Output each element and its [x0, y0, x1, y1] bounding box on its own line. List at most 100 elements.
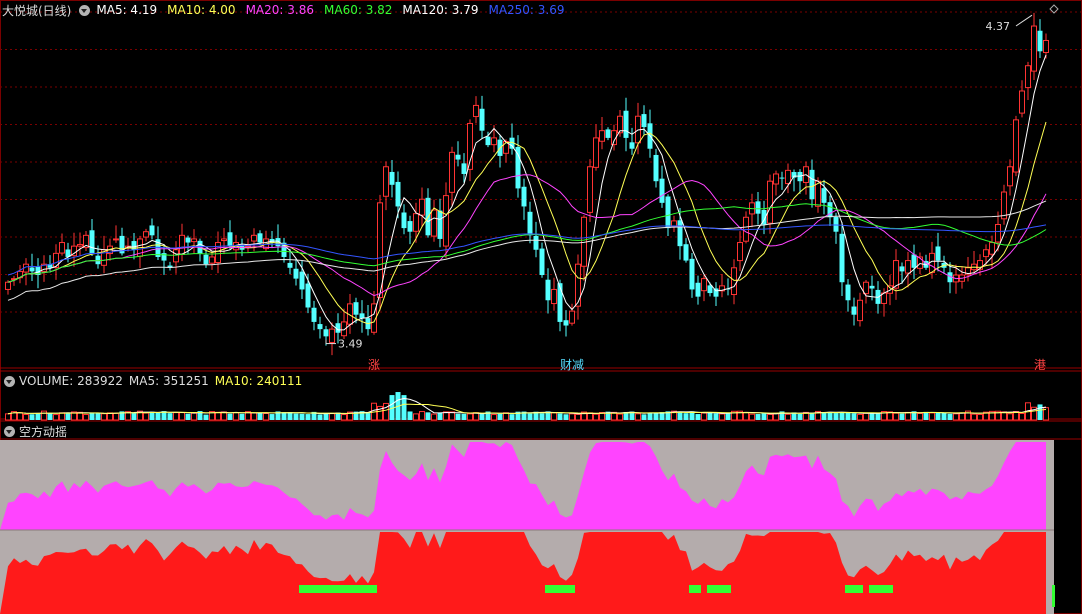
- volume-bar: [761, 413, 767, 420]
- candle-down: [851, 306, 857, 315]
- candle-down: [185, 237, 191, 243]
- event-tag[interactable]: 减: [572, 358, 584, 372]
- candle-down: [149, 225, 155, 236]
- chart-window: 4.37 3.49 涨 财减 港 大悦城(日线) MA5: 4.19 MA10: 4.0…: [0, 0, 1082, 614]
- candle-up: [59, 242, 65, 254]
- volume-bar: [713, 413, 719, 420]
- candle-down: [95, 255, 101, 265]
- indicator-green-bar: [887, 585, 893, 593]
- candle-up: [215, 242, 221, 264]
- event-tag[interactable]: 港: [1034, 358, 1046, 372]
- candle-up: [1025, 65, 1031, 89]
- chevron-down-icon[interactable]: [4, 375, 15, 387]
- volume-ma5-label: MA5: 351251: [128, 374, 209, 388]
- ma250-label: MA250: 3.69: [488, 3, 565, 17]
- candle-up: [419, 198, 425, 216]
- volume-bar: [191, 412, 197, 421]
- volume-bar: [131, 413, 137, 420]
- indicator-green-bar: [875, 585, 881, 593]
- candle-down: [911, 254, 917, 268]
- volume-bar: [557, 413, 563, 420]
- indicator-green-bar: [341, 585, 347, 593]
- event-tag[interactable]: 财: [560, 358, 572, 372]
- candle-down: [395, 181, 401, 207]
- volume-bar: [785, 413, 791, 421]
- volume-bar: [917, 412, 923, 421]
- price-chart[interactable]: 4.37 3.49 涨 财减 港: [0, 0, 1082, 614]
- candle-up: [473, 104, 479, 118]
- candle-up: [1007, 166, 1013, 187]
- candle-up: [383, 166, 389, 197]
- candle-down: [293, 268, 299, 279]
- candle-up: [251, 234, 257, 242]
- volume-bar: [41, 410, 47, 421]
- candle-down: [257, 233, 263, 243]
- candle-up: [701, 278, 707, 292]
- volume-bar: [971, 413, 977, 421]
- volume-bar: [839, 412, 845, 420]
- volume-bar: [425, 412, 431, 420]
- volume-bar: [239, 413, 245, 420]
- volume-bar: [863, 412, 869, 421]
- volume-bar: [851, 413, 857, 420]
- indicator-green-bar: [299, 585, 305, 593]
- volume-bar: [263, 413, 269, 421]
- chevron-down-icon[interactable]: [4, 425, 15, 437]
- candle-down: [545, 279, 551, 301]
- volume-bar: [305, 414, 311, 420]
- event-tag[interactable]: 涨: [368, 357, 380, 372]
- candle-up: [221, 238, 227, 242]
- stock-title: 大悦城(日线): [2, 3, 72, 18]
- candle-up: [77, 244, 83, 247]
- candle-up: [1013, 119, 1019, 173]
- volume-bar: [323, 413, 329, 420]
- indicator-green-bar: [569, 585, 575, 593]
- candle-up: [593, 137, 599, 168]
- candle-down: [659, 178, 665, 203]
- indicator-green-bar: [317, 585, 323, 593]
- candle-down: [713, 288, 719, 297]
- candle-down: [899, 266, 905, 272]
- volume-bar: [527, 413, 533, 420]
- volume-bar: [89, 413, 95, 420]
- candle-up: [5, 281, 11, 290]
- volume-bar: [17, 412, 23, 421]
- chevron-down-icon[interactable]: [79, 4, 91, 16]
- candle-up: [737, 242, 743, 262]
- candle-down: [557, 283, 563, 322]
- volume-bar: [941, 412, 947, 420]
- volume-bar: [899, 413, 905, 420]
- volume-bar: [551, 412, 557, 421]
- volume-bar: [143, 412, 149, 421]
- volume-bar: [797, 413, 803, 420]
- volume-bar: [569, 413, 575, 421]
- indicator-green-bar: [1052, 585, 1055, 607]
- volume-bar: [491, 414, 497, 421]
- candle-down: [665, 196, 671, 229]
- volume-bar: [1019, 413, 1025, 421]
- candle-down: [641, 114, 647, 128]
- candle-up: [173, 249, 179, 263]
- volume-bar: [155, 412, 161, 420]
- candle-up: [1043, 39, 1049, 53]
- candle-down: [845, 284, 851, 301]
- volume-bar: [845, 412, 851, 420]
- indicator-green-bar: [869, 585, 875, 593]
- indicator-title: 空方动摇: [19, 424, 68, 439]
- candle-down: [839, 233, 845, 283]
- candle-down: [317, 324, 323, 330]
- volume-bar: [65, 412, 71, 420]
- price-legend: 大悦城(日线) MA5: 4.19 MA10: 4.00 MA20: 3.86 …: [0, 1, 575, 19]
- volume-bar: [251, 412, 257, 421]
- volume-bar: [905, 411, 911, 421]
- volume-bar: [701, 412, 707, 421]
- volume-bar: [101, 413, 107, 421]
- candle-down: [485, 136, 491, 146]
- volume-bar: [317, 414, 323, 420]
- candle-down: [809, 169, 815, 200]
- candle-up: [995, 223, 1001, 243]
- candle-down: [521, 186, 527, 207]
- candle-down: [407, 221, 413, 232]
- ma10-label: MA10: 4.00: [167, 3, 236, 17]
- candle-up: [329, 328, 335, 343]
